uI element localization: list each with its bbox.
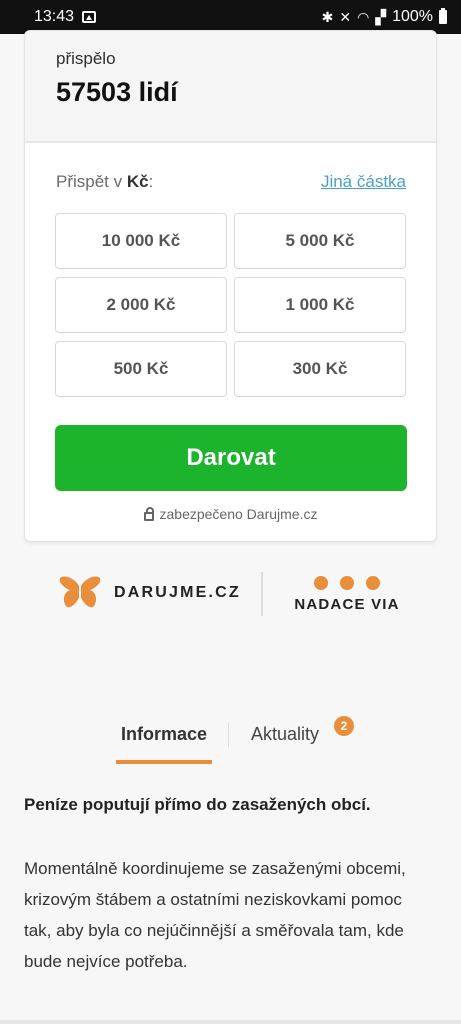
give-currency: Kč bbox=[126, 172, 149, 191]
amount-button-300[interactable]: 300 Kč bbox=[234, 341, 406, 397]
give-label-suffix: : bbox=[148, 172, 154, 191]
via-dots-icon bbox=[291, 576, 403, 590]
secured-note: zabezpečeno Darujme.cz bbox=[25, 506, 436, 522]
amount-button-500[interactable]: 500 Kč bbox=[55, 341, 227, 397]
darujme-logo[interactable]: DARUJME.CZ bbox=[58, 574, 241, 612]
darujme-logo-text: DARUJME.CZ bbox=[114, 584, 241, 601]
status-icons: ✱ ✕ ◠ ▞ 100% bbox=[322, 8, 447, 26]
content-paragraph: Momentálně koordinujeme se zasaženými ob… bbox=[24, 859, 406, 971]
via-dot bbox=[366, 576, 380, 590]
signal-icon: ▞ bbox=[375, 9, 387, 25]
content-headline: Peníze poputují přímo do zasažených obcí… bbox=[24, 795, 371, 814]
battery-icon bbox=[439, 8, 447, 24]
nadace-via-logo-text: NADACE VIA bbox=[294, 596, 400, 613]
status-time: 13:43 bbox=[34, 8, 75, 25]
news-count-badge: 2 bbox=[334, 716, 354, 736]
partner-logos: DARUJME.CZ NADACE VIA bbox=[0, 570, 461, 620]
give-row: Přispět v Kč: Jiná částka bbox=[25, 172, 436, 192]
via-dot bbox=[314, 576, 328, 590]
give-label: Přispět v Kč: bbox=[56, 172, 153, 192]
mute-icon: ✕ bbox=[339, 9, 352, 25]
tab-informace[interactable]: Informace bbox=[116, 724, 212, 745]
status-bar: 13:43 ✱ ✕ ◠ ▞ 100% bbox=[0, 0, 461, 34]
tab-aktuality[interactable]: Aktuality bbox=[251, 724, 319, 745]
bluetooth-icon: ✱ bbox=[321, 9, 334, 25]
battery-percent: 100% bbox=[392, 8, 433, 25]
lock-icon bbox=[143, 506, 154, 521]
other-amount-link[interactable]: Jiná částka bbox=[321, 172, 406, 192]
amount-button-10000[interactable]: 10 000 Kč bbox=[55, 213, 227, 269]
image-icon bbox=[82, 11, 97, 23]
butterfly-icon bbox=[59, 576, 101, 608]
donation-card: přispělo 57503 lidí Přispět v Kč: Jiná č… bbox=[24, 30, 437, 542]
contributors-label: přispělo bbox=[56, 49, 116, 68]
give-label-prefix: Přispět v bbox=[56, 172, 127, 191]
tab-divider bbox=[228, 723, 229, 747]
amount-button-5000[interactable]: 5 000 Kč bbox=[234, 213, 406, 269]
amount-button-1000[interactable]: 1 000 Kč bbox=[234, 277, 406, 333]
via-dot bbox=[340, 576, 354, 590]
amount-button-2000[interactable]: 2 000 Kč bbox=[55, 277, 227, 333]
content-tabs: Informace Aktuality 2 bbox=[0, 716, 461, 768]
nadace-via-logo[interactable]: NADACE VIA bbox=[291, 576, 403, 613]
secured-text: zabezpečeno Darujme.cz bbox=[159, 506, 318, 522]
donate-button[interactable]: Darovat bbox=[55, 425, 407, 491]
bottom-divider bbox=[0, 1020, 461, 1024]
wifi-icon: ◠ bbox=[357, 9, 370, 25]
active-tab-indicator bbox=[116, 760, 212, 764]
logos-divider bbox=[261, 572, 263, 616]
contributors-section: přispělo 57503 lidí bbox=[25, 31, 436, 143]
amount-grid: 10 000 Kč 5 000 Kč 2 000 Kč 1 000 Kč 500… bbox=[25, 213, 436, 397]
contributors-count: 57503 lidí bbox=[56, 77, 178, 107]
